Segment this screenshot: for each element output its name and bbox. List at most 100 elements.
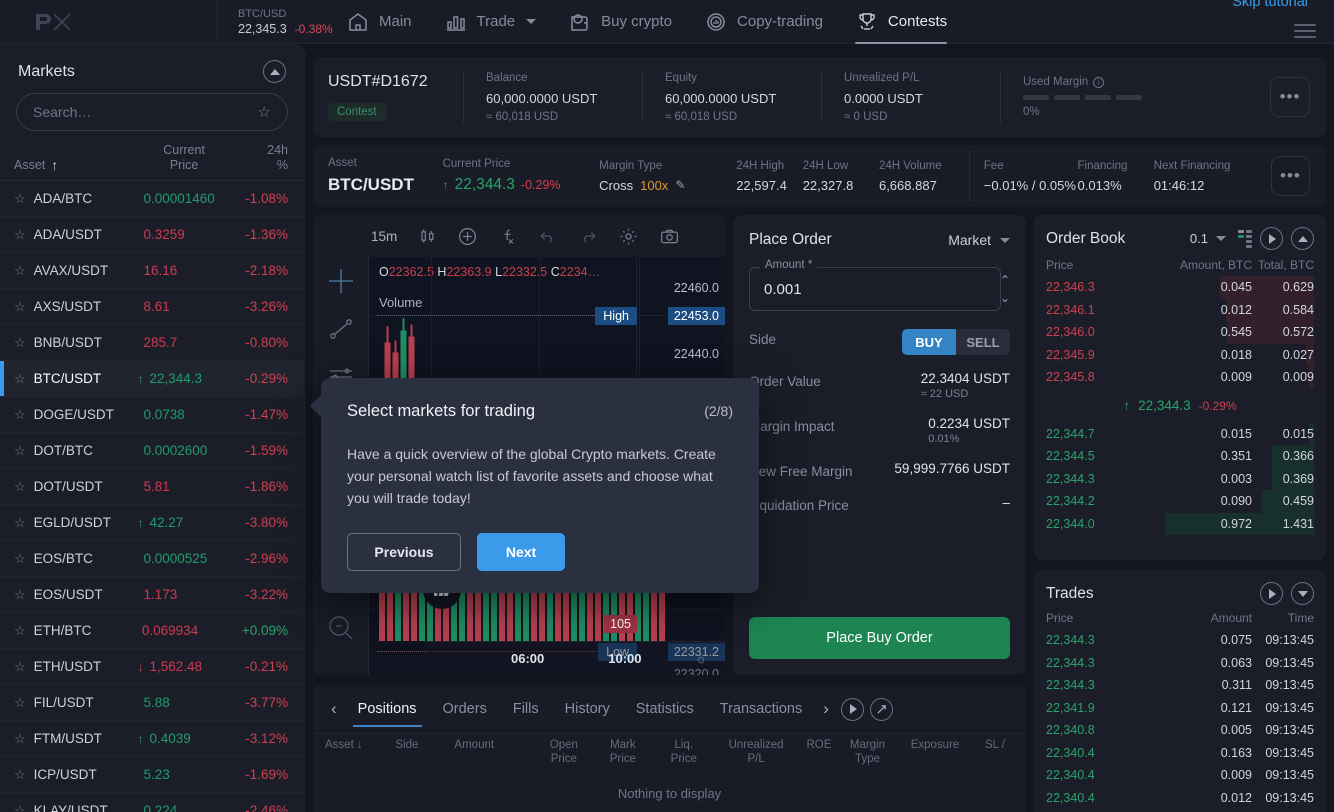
- positions-col[interactable]: Unrealized P/L: [715, 738, 797, 766]
- undo-icon[interactable]: [538, 226, 558, 246]
- order-book-row[interactable]: 22,344.0 0.972 1.431: [1046, 512, 1314, 535]
- nav-item-copy-trading[interactable]: Copy-trading: [688, 0, 839, 44]
- trades-collapse-button[interactable]: [1291, 582, 1314, 605]
- order-book-row[interactable]: 22,344.3 0.003 0.369: [1046, 467, 1314, 490]
- favorite-star-icon[interactable]: ☆: [14, 407, 26, 423]
- order-book-row[interactable]: 22,344.2 0.090 0.459: [1046, 490, 1314, 513]
- markets-collapse-button[interactable]: [263, 60, 286, 83]
- market-row[interactable]: ☆ ETH/BTC 0.069934 +0.09%: [0, 613, 304, 649]
- market-row[interactable]: ☆ BNB/USDT 285.7 -0.80%: [0, 325, 304, 361]
- place-buy-order-button[interactable]: Place Buy Order: [749, 617, 1010, 659]
- order-type-select[interactable]: Market: [948, 232, 1010, 248]
- chart-zoom-out-button[interactable]: [325, 612, 357, 649]
- favorite-star-icon[interactable]: ☆: [14, 227, 26, 243]
- function-indicator-icon[interactable]: [498, 226, 518, 246]
- edit-pencil-icon[interactable]: ✎: [675, 178, 685, 192]
- order-book-row[interactable]: 22,345.8 0.009 0.009: [1046, 366, 1314, 389]
- market-row[interactable]: ☆ EGLD/USDT ↑ 42.27 -3.80%: [0, 505, 304, 541]
- nav-item-trade[interactable]: Trade: [428, 0, 553, 44]
- nav-item-contests[interactable]: Contests: [839, 0, 963, 44]
- market-row[interactable]: ☆ ADA/BTC 0.00001460 -1.08%: [0, 181, 304, 217]
- amount-input[interactable]: [764, 280, 986, 298]
- order-book-row[interactable]: 22,346.1 0.012 0.584: [1046, 298, 1314, 321]
- tab-orders[interactable]: Orders: [430, 685, 500, 733]
- market-row[interactable]: ☆ EOS/BTC 0.0000525 -2.96%: [0, 541, 304, 577]
- skip-tutorial-link[interactable]: Skip tutorial: [1232, 0, 1308, 10]
- favorite-star-icon[interactable]: ☆: [14, 695, 26, 711]
- bottom-play-button[interactable]: [840, 697, 864, 721]
- column-24h-change[interactable]: 24h %: [231, 143, 288, 173]
- favorite-star-icon[interactable]: ☆: [14, 263, 26, 279]
- info-icon[interactable]: i: [1093, 76, 1105, 88]
- positions-col[interactable]: Exposure: [894, 738, 976, 752]
- favorite-star-icon[interactable]: ☆: [14, 767, 26, 783]
- account-more-options-button[interactable]: •••: [1270, 77, 1310, 117]
- market-row[interactable]: ☆ AXS/USDT 8.61 -3.26%: [0, 289, 304, 325]
- order-book-row[interactable]: 22,344.7 0.015 0.015: [1046, 422, 1314, 445]
- positions-col[interactable]: Margin Type: [841, 738, 894, 766]
- tab-transactions[interactable]: Transactions: [707, 685, 815, 733]
- crosshair-tool-icon[interactable]: [313, 257, 368, 305]
- market-row[interactable]: ☆ FTM/USDT ↑ 0.4039 -3.12%: [0, 721, 304, 757]
- column-asset[interactable]: Asset ↑: [14, 157, 137, 173]
- tutorial-previous-button[interactable]: Previous: [347, 533, 461, 571]
- favorite-star-icon[interactable]: ☆: [14, 515, 26, 531]
- positions-col[interactable]: ROE: [797, 738, 841, 752]
- market-row[interactable]: ☆ ETH/USDT ↓ 1,562.48 -0.21%: [0, 649, 304, 685]
- chart-settings-icon[interactable]: ☼: [695, 651, 707, 666]
- amount-field[interactable]: [749, 267, 1001, 311]
- tab-statistics[interactable]: Statistics: [623, 685, 707, 733]
- positions-col[interactable]: SL /: [976, 738, 1014, 752]
- markets-search-box[interactable]: ☆: [16, 93, 288, 131]
- market-row[interactable]: ☆ DOGE/USDT 0.0738 -1.47%: [0, 397, 304, 433]
- positions-col[interactable]: Asset ↓: [325, 738, 395, 752]
- search-input[interactable]: [33, 104, 233, 120]
- favorite-star-icon[interactable]: ☆: [14, 623, 26, 639]
- market-row[interactable]: ☆ ADA/USDT 0.3259 -1.36%: [0, 217, 304, 253]
- positions-col[interactable]: Open Price: [534, 738, 593, 766]
- favorite-star-icon[interactable]: ☆: [14, 335, 26, 351]
- tab-fills[interactable]: Fills: [500, 685, 552, 733]
- favorite-star-icon[interactable]: ☆: [14, 587, 26, 603]
- amount-stepper[interactable]: ⌃ ⌄: [1000, 271, 1010, 307]
- market-row[interactable]: ☆ DOT/USDT 5.81 -1.86%: [0, 469, 304, 505]
- redo-icon[interactable]: [578, 226, 598, 246]
- tabs-scroll-left-icon[interactable]: ‹: [323, 699, 345, 719]
- hamburger-menu-icon[interactable]: [1294, 24, 1316, 42]
- positions-col[interactable]: Amount: [454, 738, 534, 752]
- market-row[interactable]: ☆ DOT/BTC 0.0002600 -1.59%: [0, 433, 304, 469]
- market-row[interactable]: ☆ FIL/USDT 5.88 -3.77%: [0, 685, 304, 721]
- favorite-star-icon[interactable]: ☆: [14, 659, 26, 675]
- tab-positions[interactable]: Positions: [345, 685, 430, 733]
- nav-item-buy-crypto[interactable]: Buy crypto: [552, 0, 688, 44]
- assetbar-more-options-button[interactable]: •••: [1270, 156, 1310, 196]
- favorite-star-icon[interactable]: ☆: [14, 299, 26, 315]
- order-book-row[interactable]: 22,345.9 0.018 0.027: [1046, 343, 1314, 366]
- amount-increment-icon[interactable]: ⌃: [1000, 271, 1010, 289]
- column-current-price[interactable]: Current Price: [137, 143, 231, 173]
- sell-toggle-button[interactable]: SELL: [956, 329, 1010, 355]
- add-indicator-icon[interactable]: [457, 226, 478, 247]
- screenshot-camera-icon[interactable]: [659, 226, 680, 247]
- order-book-layout-icon[interactable]: [1238, 229, 1252, 248]
- amount-decrement-icon[interactable]: ⌄: [1000, 289, 1010, 307]
- order-book-play-button[interactable]: [1260, 227, 1283, 250]
- order-book-grouping-select[interactable]: 0.1: [1190, 231, 1226, 246]
- trend-line-tool-icon[interactable]: [313, 305, 368, 353]
- tabs-scroll-right-icon[interactable]: ›: [815, 699, 837, 719]
- chart-settings-gear-icon[interactable]: [618, 226, 639, 247]
- side-toggle[interactable]: BUY SELL: [902, 329, 1010, 355]
- candlestick-type-icon[interactable]: [417, 226, 437, 246]
- trades-play-button[interactable]: [1260, 582, 1283, 605]
- positions-col[interactable]: Mark Price: [593, 738, 652, 766]
- tutorial-next-button[interactable]: Next: [477, 533, 565, 571]
- order-book-row[interactable]: 22,346.0 0.545 0.572: [1046, 321, 1314, 344]
- chart-timeframe-button[interactable]: 15m: [371, 229, 397, 244]
- favorite-star-icon[interactable]: ☆: [14, 551, 26, 567]
- favorite-star-icon[interactable]: ☆: [14, 479, 26, 495]
- positions-col[interactable]: Side: [395, 738, 454, 752]
- order-book-row[interactable]: 22,344.5 0.351 0.366: [1046, 445, 1314, 468]
- favorite-star-icon[interactable]: ☆: [14, 803, 26, 812]
- positions-col[interactable]: Liq. Price: [652, 738, 715, 766]
- favorite-star-icon[interactable]: ☆: [14, 443, 26, 459]
